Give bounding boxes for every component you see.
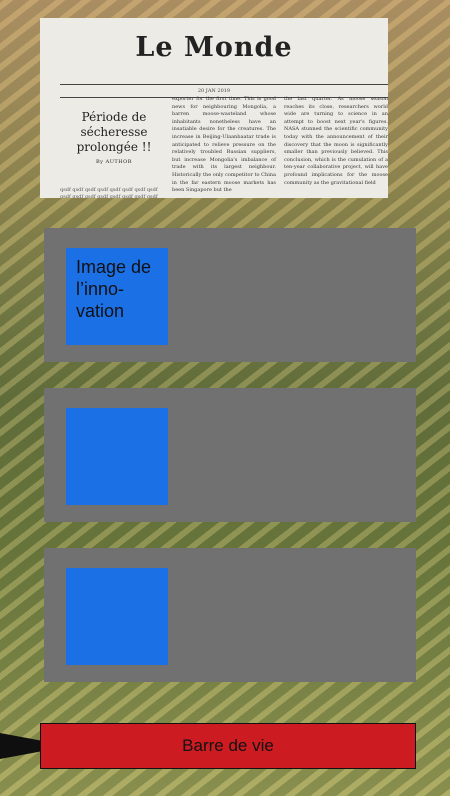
innovation-card-3[interactable] — [44, 548, 416, 682]
newspaper-byline: By AUTHOR — [96, 159, 132, 165]
newspaper-filler-text: qsdf qsdf qsdf qsdf qsdf qsdf qsdf qsdf … — [60, 187, 158, 198]
innovation-image[interactable]: Image de l’inno-vation — [66, 248, 168, 345]
headline-block: Période de sécheresse prolongée !! By AU… — [60, 110, 168, 198]
innovation-image-label: Image de l’inno-vation — [76, 257, 152, 321]
newspaper-column-3: the last quarter. As moose season reache… — [284, 96, 388, 186]
innovation-card-2[interactable] — [44, 388, 416, 522]
newspaper-masthead: Le Monde — [135, 32, 293, 63]
innovation-image[interactable] — [66, 568, 168, 665]
newspaper-headline: Période de sécheresse prolongée !! — [76, 110, 152, 154]
newspaper-column-2: exporter for the first time. This is goo… — [172, 96, 276, 194]
innovation-card-1[interactable]: Image de l’inno-vation — [44, 228, 416, 362]
newspaper-date: 20 JAN 2019 — [197, 88, 231, 94]
newspaper-clipping: Le Monde 20 JAN 2019 Période de sécheres… — [40, 18, 388, 198]
health-bar-label: Barre de vie — [182, 736, 274, 755]
masthead-rule — [60, 84, 388, 85]
health-bar: Barre de vie — [40, 723, 416, 769]
innovation-image[interactable] — [66, 408, 168, 505]
